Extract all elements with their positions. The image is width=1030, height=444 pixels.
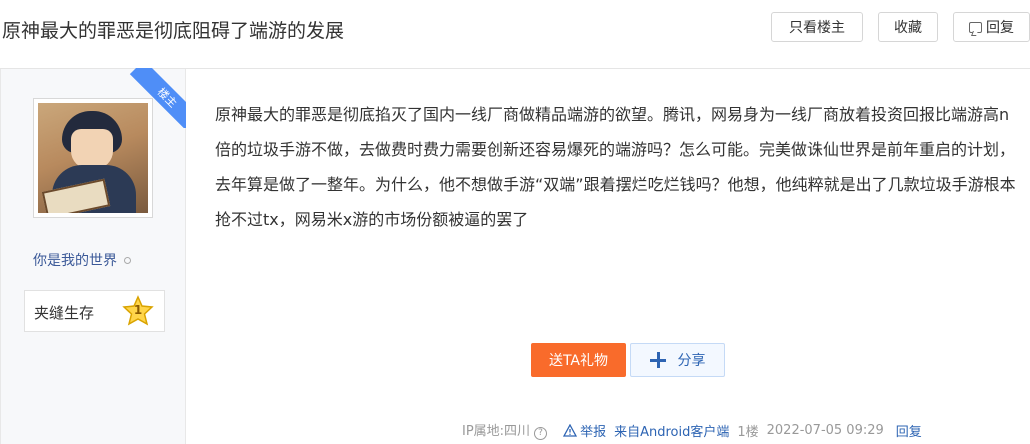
reply-button[interactable]: 回复 [953, 12, 1030, 42]
thread-header: 原神最大的罪恶是彻底阻碍了端游的发展 只看楼主 收藏 回复 [0, 0, 1030, 69]
send-gift-button[interactable]: 送TA礼物 [531, 343, 626, 377]
avatar-image [38, 103, 148, 213]
author-name: 你是我的世界 [33, 253, 117, 269]
gender-icon [124, 256, 131, 264]
report-label: 举报 [580, 424, 607, 440]
only-op-button[interactable]: 只看楼主 [771, 12, 863, 42]
op-ribbon-label: 楼主 [154, 85, 180, 111]
post-actions: 送TA礼物 分享 [531, 343, 725, 377]
post-meta: IP属地:四川? 举报 来自Android客户端 1楼 2022-07-05 0… [462, 419, 930, 441]
post-content: 原神最大的罪恶是彻底掐灭了国内一线厂商做精品端游的欲望。腾讯，网易身为一线厂商放… [215, 105, 1016, 229]
ip-location: IP属地:四川? [462, 420, 548, 440]
reply-icon [969, 21, 982, 33]
share-label: 分享 [677, 353, 706, 369]
reply-button-label: 回复 [986, 20, 1014, 36]
author-name-link[interactable]: 你是我的世界 [33, 250, 131, 270]
client-link[interactable]: 来自Android客户端 [614, 421, 729, 440]
floor-number: 1楼 [737, 424, 759, 440]
level-number: 1 [133, 303, 143, 317]
avatar[interactable] [33, 98, 153, 218]
level-star-icon: 1 [122, 295, 154, 327]
report-link[interactable]: 举报 [563, 421, 606, 440]
thread-title: 原神最大的罪恶是彻底阻碍了端游的发展 [2, 20, 345, 42]
favorite-button[interactable]: 收藏 [878, 12, 938, 42]
post-time: 2022-07-05 09:29 [766, 422, 884, 438]
help-icon[interactable]: ? [534, 426, 548, 440]
level-box[interactable]: 夹缝生存 1 [24, 290, 165, 332]
post-reply-link[interactable]: 回复 [896, 421, 922, 440]
plus-icon [649, 352, 666, 368]
level-name: 夹缝生存 [34, 304, 95, 322]
warning-icon [563, 423, 578, 437]
share-button[interactable]: 分享 [630, 343, 725, 377]
